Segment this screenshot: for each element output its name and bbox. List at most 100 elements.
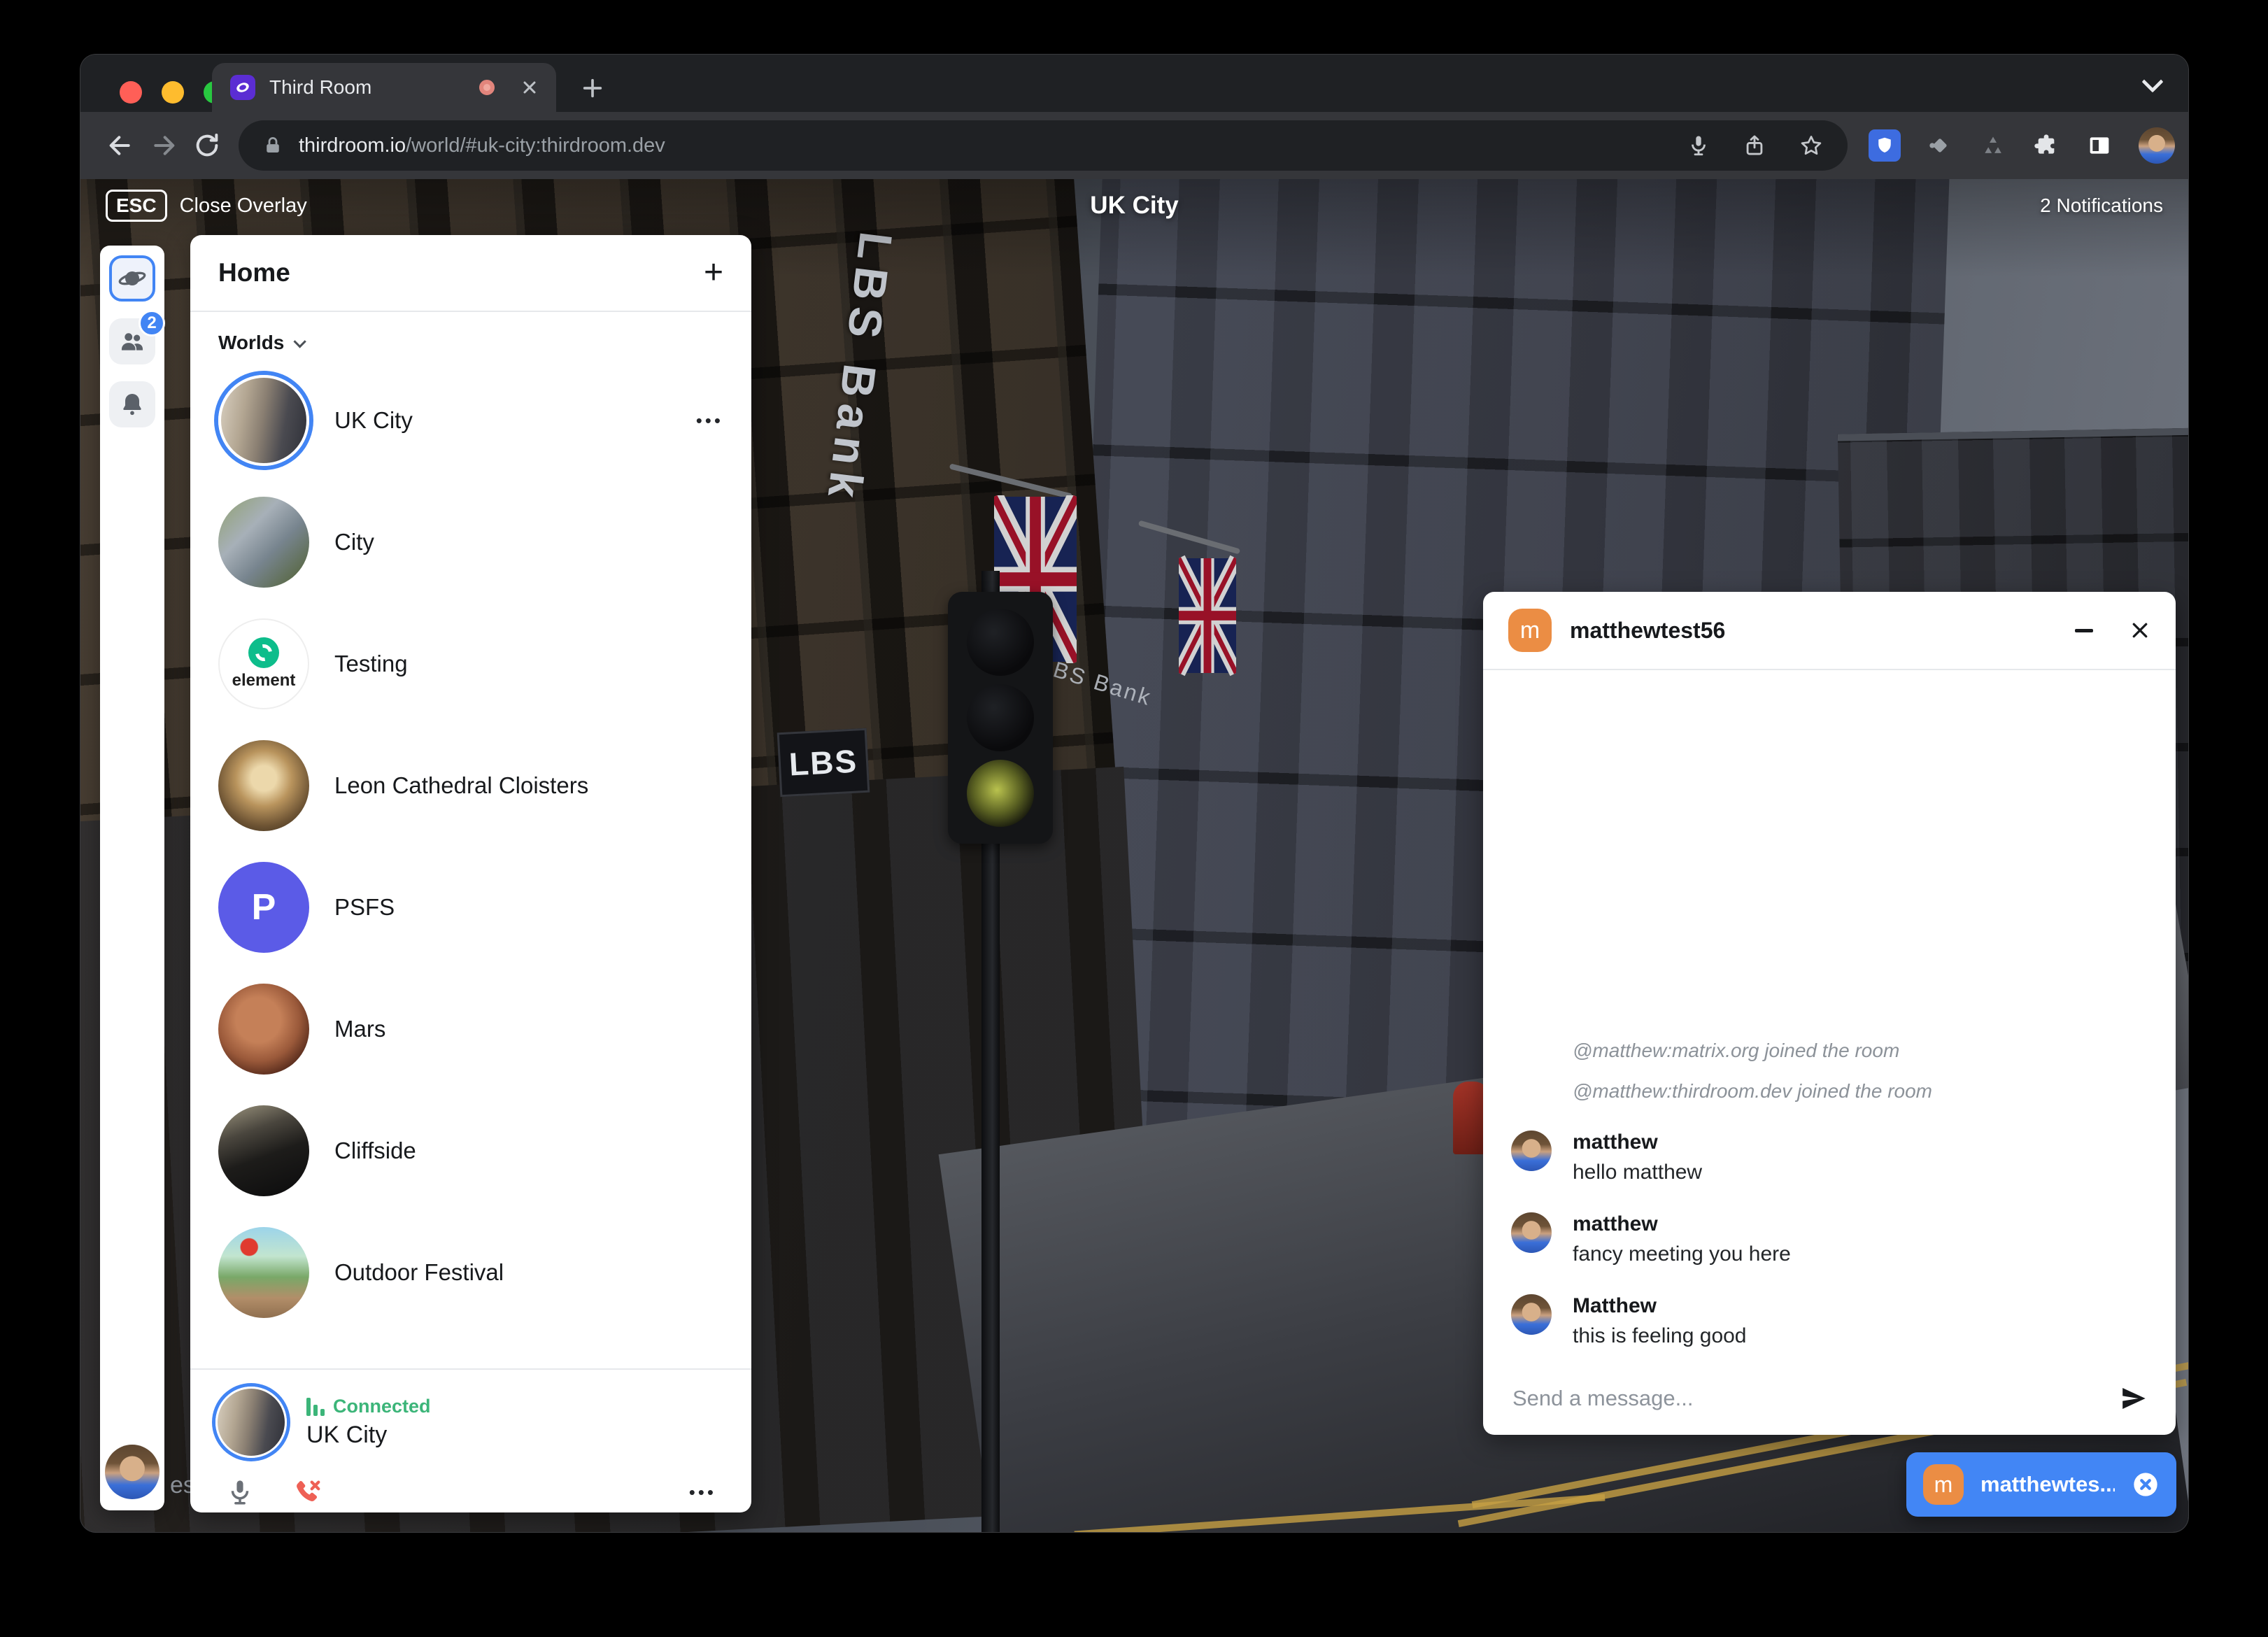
world-list-item[interactable]: P PSFS (190, 846, 751, 968)
world-name: PSFS (334, 894, 395, 921)
recycle-extension-icon[interactable] (1979, 132, 2007, 160)
call-peer-avatar: m (1923, 1464, 1964, 1505)
left-sidebar: 2 (100, 246, 164, 1510)
url-text: thirdroom.io/world/#uk-city:thirdroom.de… (299, 134, 665, 157)
tab-search-chevron-icon[interactable] (2141, 71, 2163, 92)
room-event-text: @matthew:matrix.org joined the room (1511, 1040, 2148, 1062)
thirdroom-viewport[interactable]: LBS Bank LBS LBS Bank es ES (80, 179, 2188, 1532)
room-event-text: @matthew:thirdroom.dev joined the room (1511, 1080, 2148, 1103)
screenshot-root: Third Room third (0, 0, 2268, 1637)
world-list-item[interactable]: Outdoor Festival (190, 1212, 751, 1333)
chat-header: m matthewtest56 (1483, 592, 2176, 669)
browser-window: Third Room third (80, 55, 2188, 1532)
close-window-button[interactable] (120, 81, 142, 104)
world-name: Mars (334, 1016, 385, 1042)
message-sender-name: matthew (1573, 1212, 1791, 1236)
worlds-section-label: Worlds (218, 332, 284, 354)
hangup-call-button[interactable] (291, 1476, 323, 1508)
chat-peer-name: matthewtest56 (1570, 618, 1725, 644)
world-name: UK City (334, 407, 413, 434)
world-list-item[interactable]: Mars (190, 968, 751, 1090)
message-sender-name: Matthew (1573, 1294, 1747, 1318)
world-more-button[interactable]: ••• (696, 410, 723, 432)
call-peer-name: matthewtes... (1980, 1472, 2115, 1497)
world-list-item[interactable]: element Testing (190, 603, 751, 725)
sidebar-item-friends[interactable]: 2 (109, 318, 155, 364)
close-chat-button[interactable] (2129, 620, 2150, 641)
chat-message-list[interactable]: @matthew:matrix.org joined the room @matt… (1483, 670, 2176, 1362)
create-world-button[interactable]: + (704, 256, 723, 290)
connected-world-name: UK City (306, 1422, 431, 1449)
home-panel: Home + Worlds UK City ••• (190, 235, 751, 1512)
lbs-sign: LBS (777, 728, 870, 798)
world-name: City (334, 529, 374, 555)
world-name: Cliffside (334, 1138, 416, 1164)
world-list-item[interactable]: City (190, 481, 751, 603)
worlds-section-header[interactable]: Worlds (190, 312, 751, 360)
page-title: Home (218, 258, 290, 288)
address-bar[interactable]: thirdroom.io/world/#uk-city:thirdroom.de… (239, 120, 1848, 171)
element-logo-word: element (232, 671, 296, 690)
notifications-count[interactable]: 2 Notifications (2040, 194, 2163, 217)
share-icon[interactable] (1743, 134, 1766, 157)
browser-profile-avatar[interactable] (2139, 127, 2175, 164)
tab-favicon-icon (230, 75, 255, 100)
bitwarden-extension-icon[interactable] (1869, 129, 1901, 162)
tab-close-button[interactable] (521, 79, 538, 96)
browser-tab[interactable]: Third Room (212, 63, 556, 112)
new-tab-button[interactable] (574, 70, 611, 106)
close-overlay-label[interactable]: Close Overlay (180, 194, 307, 218)
voice-search-mic-icon[interactable] (1687, 134, 1710, 157)
world-list-item[interactable]: Cliffside (190, 1090, 751, 1212)
message-input[interactable] (1511, 1385, 2106, 1412)
message-sender-name: matthew (1573, 1131, 1702, 1154)
chat-message: matthew hello matthew (1511, 1131, 2148, 1184)
sidebar-item-notifications[interactable] (109, 381, 155, 427)
world-list-item[interactable]: Leon Cathedral Cloisters (190, 725, 751, 846)
element-logo-icon (248, 637, 279, 668)
bookmark-star-icon[interactable] (1799, 133, 1824, 158)
extension-icons (1869, 127, 2188, 164)
extensions-puzzle-icon[interactable] (2032, 132, 2060, 160)
esc-key-badge[interactable]: ESC (106, 190, 167, 222)
extension-icon-gray[interactable] (1926, 132, 1954, 160)
send-message-button[interactable] (2120, 1384, 2148, 1412)
minimize-chat-button[interactable] (2075, 629, 2093, 632)
lock-icon (262, 135, 283, 156)
url-host: thirdroom.io (299, 134, 406, 157)
message-sender-avatar (1511, 1212, 1552, 1253)
active-call-pill[interactable]: m matthewtes... (1906, 1452, 2176, 1517)
call-more-options-button[interactable]: ••• (689, 1482, 716, 1503)
world-name: Testing (334, 651, 408, 677)
chat-message: matthew fancy meeting you here (1511, 1212, 2148, 1266)
world-title: UK City (1090, 192, 1178, 220)
end-call-button[interactable] (2132, 1471, 2160, 1498)
overlay-top-bar: ESC Close Overlay UK City 2 Notification… (80, 183, 2188, 228)
forward-button[interactable] (142, 124, 185, 167)
back-button[interactable] (99, 124, 142, 167)
element-logo: element (220, 620, 308, 708)
url-path: /world/#uk-city:thirdroom.dev (406, 134, 665, 157)
user-avatar[interactable] (105, 1445, 160, 1499)
chat-window: m matthewtest56 @matthew:matrix.org join… (1483, 592, 2176, 1435)
sidebar-item-worlds[interactable] (109, 255, 155, 302)
home-panel-header: Home + (190, 235, 751, 311)
message-sender-avatar (1511, 1131, 1552, 1171)
connected-footer: Connected UK City ••• (190, 1370, 751, 1512)
minimize-window-button[interactable] (162, 81, 184, 104)
connection-status: Connected (333, 1396, 431, 1417)
chevron-down-icon (294, 335, 306, 348)
reload-button[interactable] (185, 124, 229, 167)
world-list-item[interactable]: UK City ••• (190, 360, 751, 481)
world-avatar (218, 375, 309, 466)
friends-badge: 2 (139, 310, 165, 336)
world-avatar-initial: P (252, 886, 276, 928)
microphone-button[interactable] (225, 1477, 255, 1507)
side-panel-icon[interactable] (2085, 132, 2113, 160)
world-avatar: P (218, 862, 309, 953)
tab-strip: Third Room (80, 55, 2188, 112)
world-name: Outdoor Festival (334, 1259, 504, 1286)
world-avatar (218, 1105, 309, 1196)
message-text: hello matthew (1573, 1161, 1702, 1184)
world-name: Leon Cathedral Cloisters (334, 772, 588, 799)
